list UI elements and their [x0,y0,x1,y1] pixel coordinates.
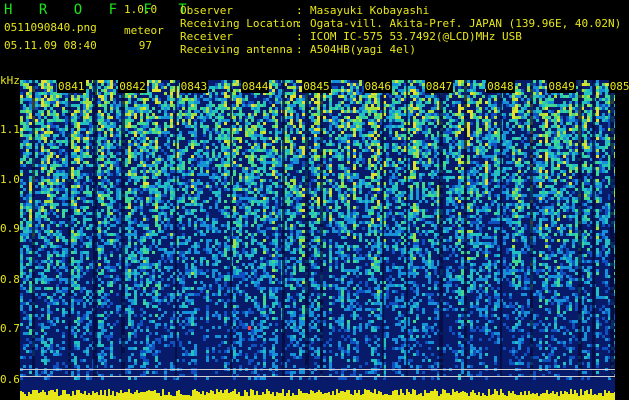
spectrogram-streak [592,80,595,378]
observation-kind: meteor [124,24,164,37]
frequency-tick-label: 0.8 [0,273,20,286]
separator: : [296,43,303,56]
station-info: Observer: Masayuki Kobayashi Receiving Lo… [180,4,621,56]
time-tick-label: 0841 [57,80,86,93]
image-filename: 0511090840.png [4,21,97,34]
time-tick-label: 0845 [302,80,331,93]
frequency-tick-label: 1.0 [0,173,20,186]
reference-line [20,376,615,377]
frequency-tick-label: 0.7 [0,322,20,335]
app-title: H R O F F T [4,2,196,18]
observation-datetime: 05.11.09 08:40 [4,39,97,52]
receiver-value: ICOM IC-575 53.7492(@LCD)MHz USB [310,30,522,43]
meteor-count: 97 [138,39,152,52]
time-tick-label: 0846 [363,80,392,93]
spectrogram-streak [93,80,97,378]
app-version: 1.0.0 [124,3,158,16]
spectrogram-streak [320,80,323,378]
spectrogram-streak [68,80,71,378]
reference-line [20,369,615,370]
meteor-echo-mark [248,326,251,330]
spectrogram-streak [305,80,309,378]
spectrogram-streak [282,80,285,378]
separator: : [296,17,303,30]
spectrogram-streak [578,80,582,378]
time-tick-label: 0849 [547,80,576,93]
spectrogram-streak [439,80,443,378]
location-label: Receiving Location [180,17,300,30]
separator: : [296,30,303,43]
separator: : [296,4,303,17]
time-tick-label: 0847 [424,80,454,93]
spectrogram-streak [175,80,177,378]
receiver-row: Receiver: ICOM IC-575 53.7492(@LCD)MHz US… [180,30,621,43]
header-panel: H R O F F T 1.0.0 0511090840.png meteor … [0,0,629,78]
spectrogram-streak [382,80,384,378]
spectrogram-streak [230,80,232,378]
time-tick-label: 0850 [608,80,629,93]
spectrogram-plot [20,80,615,400]
spectrogram-streak [406,80,408,378]
receiver-label: Receiver [180,30,233,43]
frequency-tick-label: 1.1 [0,123,20,136]
observer-value: Masayuki Kobayashi [310,4,430,17]
spectrogram-canvas [20,80,615,400]
spectrogram-streak [530,80,533,378]
spectrogram-streak [464,80,467,378]
spectrogram-streak [121,80,125,378]
time-tick-label: 0842 [118,80,147,93]
location-value: Ogata-vill. Akita-Pref. JAPAN (139.96E, … [310,17,622,30]
time-tick-label: 0844 [240,80,270,93]
spectrogram-streak [500,80,502,378]
time-tick-label: 0848 [486,80,515,93]
frequency-tick-label: 0.9 [0,222,20,235]
antenna-row: Receiving antenna: A504HB(yagi 4el) [180,43,621,56]
spectrogram-streak [32,80,35,378]
antenna-label: Receiving antenna [180,43,293,56]
observer-label: Observer [180,4,233,17]
time-tick-label: 0843 [179,80,209,93]
location-row: Receiving Location: Ogata-vill. Akita-Pre… [180,17,621,30]
antenna-value: A504HB(yagi 4el) [310,43,416,56]
frequency-unit-label: kHz [0,74,20,87]
spectrogram-streak [610,80,614,378]
frequency-tick-label: 0.6 [0,373,20,386]
observer-row: Observer: Masayuki Kobayashi [180,4,621,17]
